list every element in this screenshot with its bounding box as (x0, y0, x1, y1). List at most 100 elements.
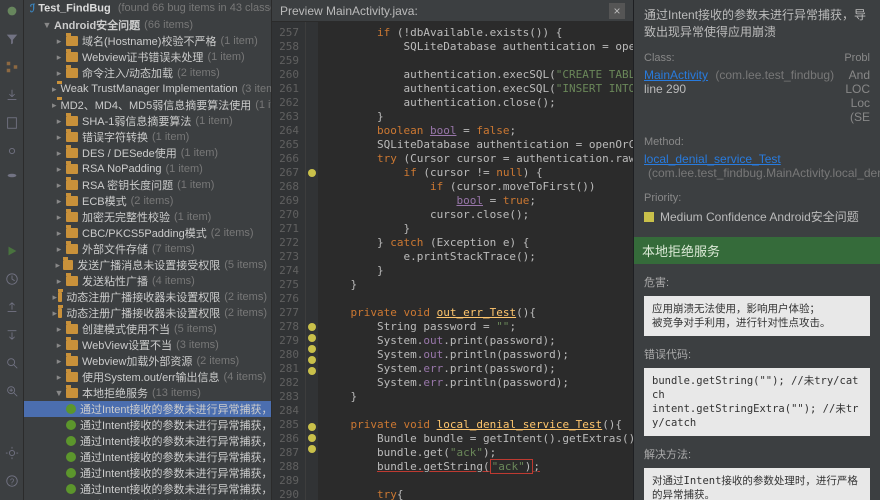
fix-heading: 解决方法: (644, 446, 870, 462)
left-icon-rail: ? (0, 0, 24, 500)
bug-icon (66, 404, 76, 414)
preview-panel: Preview MainActivity.java: × 257 258 259… (272, 0, 634, 500)
tree-title: ℐ Test_FindBug (found 66 bug items in 43… (24, 0, 271, 17)
folder-row[interactable]: ▸Webview证书错误未处理 (1 item) (24, 49, 271, 65)
bug-marker-icon[interactable] (308, 434, 316, 442)
search-icon[interactable] (5, 356, 19, 370)
folder-row[interactable]: ▸RSA NoPadding (1 item) (24, 161, 271, 177)
folder-icon (66, 52, 78, 62)
folder-icon (66, 36, 78, 46)
folder-row[interactable]: ▸MD2、MD4、MD5弱信息摘要算法使用 (1 ite (24, 97, 271, 113)
bug-icon (66, 436, 76, 446)
danger-heading: 危害: (644, 274, 870, 290)
bug-marks-gutter (306, 22, 318, 500)
preview-title: Preview MainActivity.java: (280, 4, 418, 18)
folder-row[interactable]: ▸动态注册广播接收器未设置权限 (2 items) (24, 289, 271, 305)
priority-color-icon (644, 212, 654, 222)
folder-row[interactable]: ▸WebView设置不当 (3 items) (24, 337, 271, 353)
link-icon[interactable] (5, 144, 19, 158)
folder-icon (66, 212, 78, 222)
class-link[interactable]: MainActivity (644, 68, 708, 82)
bug-marker-icon[interactable] (308, 356, 316, 364)
folder-row[interactable]: ▸加密无完整性校验 (1 item) (24, 209, 271, 225)
folder-row[interactable]: ▸ECB模式 (2 items) (24, 193, 271, 209)
folder-row[interactable]: ▸DES / DESede使用 (1 item) (24, 145, 271, 161)
settings-icon[interactable] (5, 446, 19, 460)
tree-icon[interactable] (5, 60, 19, 74)
folder-row[interactable]: ▸CBC/PKCS5Padding模式 (2 items) (24, 225, 271, 241)
bug-icon (66, 452, 76, 462)
bug-item[interactable]: 通过Intent接收的参数未进行异常捕获，导 (24, 417, 271, 433)
folder-icon (66, 244, 78, 254)
folder-row[interactable]: ▸错误字符转换 (1 item) (24, 129, 271, 145)
folder-row[interactable]: ▸使用System.out/err输出信息 (4 items) (24, 369, 271, 385)
folder-row[interactable]: ▸域名(Hostname)校验不严格 (1 item) (24, 33, 271, 49)
bug-item[interactable]: 通过Intent接收的参数未进行异常捕获，导 (24, 481, 271, 497)
snippet-box: bundle.getString(""); //未try/catch inten… (644, 368, 870, 436)
history-icon[interactable] (5, 272, 19, 286)
method-label: Method: (644, 136, 684, 148)
bug-marker-icon[interactable] (308, 345, 316, 353)
svg-text:?: ? (9, 478, 14, 487)
folder-row[interactable]: ▸RSA 密钥长度问题 (1 item) (24, 177, 271, 193)
folder-row[interactable]: ▸命令注入/动态加载 (2 items) (24, 65, 271, 81)
bug-marker-icon[interactable] (308, 367, 316, 375)
close-preview-button[interactable]: × (609, 3, 625, 19)
section-header: 本地拒绝服务 (634, 237, 880, 264)
folder-icon (66, 388, 78, 398)
bug-icon (66, 420, 76, 430)
detail-panel: 通过Intent接收的参数未进行异常捕获，导致出现异常使得应用崩溃 Class:… (634, 0, 880, 500)
bug-item[interactable]: 通过Intent接收的参数未进行异常捕获，导 (24, 433, 271, 449)
bug-marker-icon[interactable] (308, 169, 316, 177)
danger-box: 应用崩溃无法使用，影响用户体验； 被竞争对手利用，进行针对性点攻击。 (644, 296, 870, 336)
folder-icon (66, 180, 78, 190)
folder-row[interactable]: ▸创建模式使用不当 (5 items) (24, 321, 271, 337)
bug-icon[interactable] (5, 4, 19, 18)
detail-title: 通过Intent接收的参数未进行异常捕获，导致出现异常使得应用崩溃 (644, 6, 870, 40)
play-icon[interactable] (5, 244, 19, 258)
folder-row[interactable]: ▸动态注册广播接收器未设置权限 (2 items) (24, 305, 271, 321)
doc-icon[interactable] (5, 116, 19, 130)
folder-icon (63, 260, 73, 270)
folder-icon (66, 276, 78, 286)
bug-item[interactable]: 通过Intent接收的参数未进行异常捕获，导 (24, 449, 271, 465)
folder-icon (66, 324, 78, 334)
help-icon[interactable]: ? (5, 474, 19, 488)
folder-row[interactable]: ▸外部文件存储 (7 items) (24, 241, 271, 257)
code-area[interactable]: if (!dbAvailable.exists()) { SQLiteDatab… (318, 22, 633, 500)
bug-tree-panel: ℐ Test_FindBug (found 66 bug items in 43… (24, 0, 272, 500)
db-icon[interactable] (5, 172, 19, 186)
folder-icon (58, 308, 63, 318)
bug-marker-icon[interactable] (308, 423, 316, 431)
bug-marker-icon[interactable] (308, 445, 316, 453)
download-icon[interactable] (5, 88, 19, 102)
folder-icon (66, 116, 78, 126)
folder-icon (66, 356, 78, 366)
export-icon[interactable] (5, 300, 19, 314)
folder-row[interactable]: ▸发送粘性广播 (4 items) (24, 273, 271, 289)
bug-icon (66, 484, 76, 494)
import-icon[interactable] (5, 328, 19, 342)
zoom-icon[interactable] (5, 384, 19, 398)
bug-marker-icon[interactable] (308, 334, 316, 342)
folder-row[interactable]: ▸SHA-1弱信息摘要算法 (1 item) (24, 113, 271, 129)
open-folder-row[interactable]: ▼本地拒绝服务 (13 items) (24, 385, 271, 401)
method-link[interactable]: local_denial_service_Test (644, 152, 781, 166)
fix-box: 对通过Intent接收的参数处理时，进行严格的异常捕获。 try { bundl… (644, 468, 870, 500)
filter-icon[interactable] (5, 32, 19, 46)
folder-icon (66, 228, 78, 238)
folder-row[interactable]: ▸发送广播消息未设置接受权限 (5 items) (24, 257, 271, 273)
bug-item[interactable]: 通过Intent接收的参数未进行异常捕获，导 (24, 401, 271, 417)
priority-label: Priority: (644, 192, 681, 204)
folder-row[interactable]: ▸Webview加载外部资源 (2 items) (24, 353, 271, 369)
root-node[interactable]: ▼Android安全问题 (66 items) (24, 17, 271, 33)
folder-icon (66, 68, 78, 78)
folder-icon (66, 148, 78, 158)
line-gutter: 257 258 259 260 261 262 263 264 265 266 … (272, 22, 306, 500)
bug-icon (66, 468, 76, 478)
folder-icon (58, 292, 63, 302)
folder-row[interactable]: ▸Weak TrustManager Implementation (3 ite… (24, 81, 271, 97)
bug-item[interactable]: 通过Intent接收的参数未进行异常捕获，导 (24, 465, 271, 481)
bug-marker-icon[interactable] (308, 323, 316, 331)
snippet-heading: 错误代码: (644, 346, 870, 362)
